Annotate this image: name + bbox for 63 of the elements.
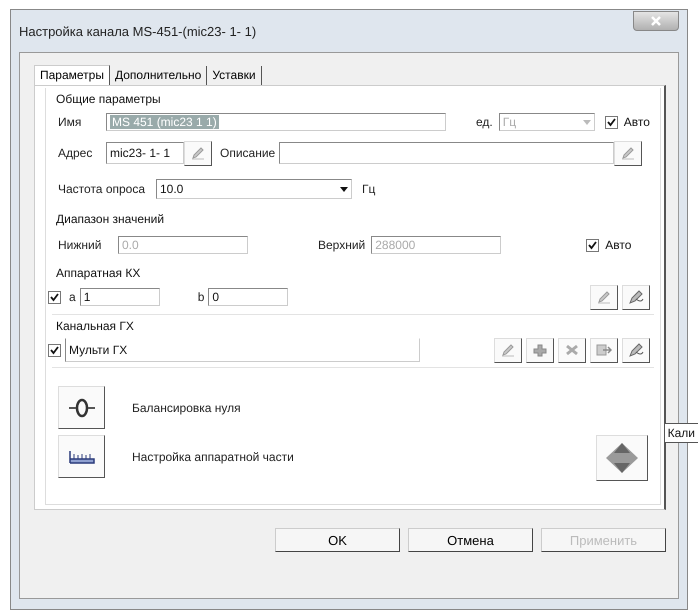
pencil-icon xyxy=(500,343,516,357)
edit-button[interactable] xyxy=(494,338,522,362)
checkbox-label: Авто xyxy=(605,238,632,252)
checkbox[interactable] xyxy=(604,116,618,128)
field-label: Частота опроса xyxy=(58,182,146,196)
coil-drawing xyxy=(66,398,96,418)
window-title: Настройка канала MS-451-(mic23- 1- 1) xyxy=(19,24,256,38)
action-label: Настройка аппаратной части xyxy=(132,450,294,464)
field-label: b xyxy=(198,290,204,304)
description-field[interactable] xyxy=(279,142,614,164)
pencil-icon xyxy=(190,146,206,160)
field-label: a xyxy=(69,290,76,304)
dialog-button[interactable]: OK xyxy=(275,528,400,552)
tab[interactable]: Параметры xyxy=(34,65,110,85)
calibrate-button[interactable] xyxy=(622,338,650,362)
edit-button[interactable] xyxy=(590,284,618,310)
arrows-button[interactable] xyxy=(596,435,648,481)
section-title: Канальная ГХ xyxy=(55,318,135,335)
add-button[interactable] xyxy=(526,338,554,362)
delete-button[interactable] xyxy=(558,338,586,362)
caret-icon xyxy=(340,186,348,192)
field-label: Адрес xyxy=(58,146,94,160)
address-field[interactable]: mic23- 1- 1 xyxy=(106,142,184,164)
ruler-icon xyxy=(68,450,96,464)
section-title: Диапазон значений xyxy=(55,211,166,228)
field-label: Имя xyxy=(58,115,82,129)
field-label: Гц xyxy=(362,182,376,196)
field-label: Нижний xyxy=(58,238,102,252)
a-field[interactable]: 1 xyxy=(80,288,160,306)
channel-field[interactable]: Мульти ГХ xyxy=(65,338,420,362)
hardware-button[interactable] xyxy=(58,435,105,478)
arrow-box-icon xyxy=(596,343,612,357)
section-title: Общие параметры xyxy=(55,91,162,108)
export-button[interactable] xyxy=(590,338,618,362)
action-label: Балансировка нуля xyxy=(132,400,241,414)
edit-button[interactable] xyxy=(614,140,642,166)
check-icon xyxy=(588,240,598,250)
tooltip: Кали xyxy=(664,423,698,443)
checkbox[interactable] xyxy=(48,290,61,304)
close-icon xyxy=(650,16,662,26)
field-label: ед. xyxy=(476,115,493,129)
edit-button[interactable] xyxy=(184,140,212,166)
caret-icon xyxy=(582,120,591,124)
check-icon xyxy=(50,292,59,302)
pen-icon xyxy=(627,289,645,305)
pencil-icon xyxy=(596,290,612,304)
rate-dropdown[interactable]: 10.0 xyxy=(156,179,352,199)
plus-icon xyxy=(532,343,548,357)
b-field[interactable]: 0 xyxy=(208,288,288,306)
section-title: Аппаратная КХ xyxy=(55,265,142,282)
calibrate-button[interactable] xyxy=(622,284,650,310)
checkbox[interactable] xyxy=(48,344,61,356)
pencil-icon xyxy=(620,146,636,160)
close-button[interactable] xyxy=(633,11,679,31)
balance-button[interactable] xyxy=(58,386,105,429)
checkbox-label: Авто xyxy=(624,115,650,129)
dialog-button[interactable]: Отмена xyxy=(408,528,533,552)
cross-icon xyxy=(564,343,580,357)
field-label: Описание xyxy=(220,146,276,160)
check-icon xyxy=(606,118,616,126)
check-icon xyxy=(50,346,59,354)
pen-icon xyxy=(627,342,645,358)
field-label: Верхний xyxy=(318,238,366,252)
